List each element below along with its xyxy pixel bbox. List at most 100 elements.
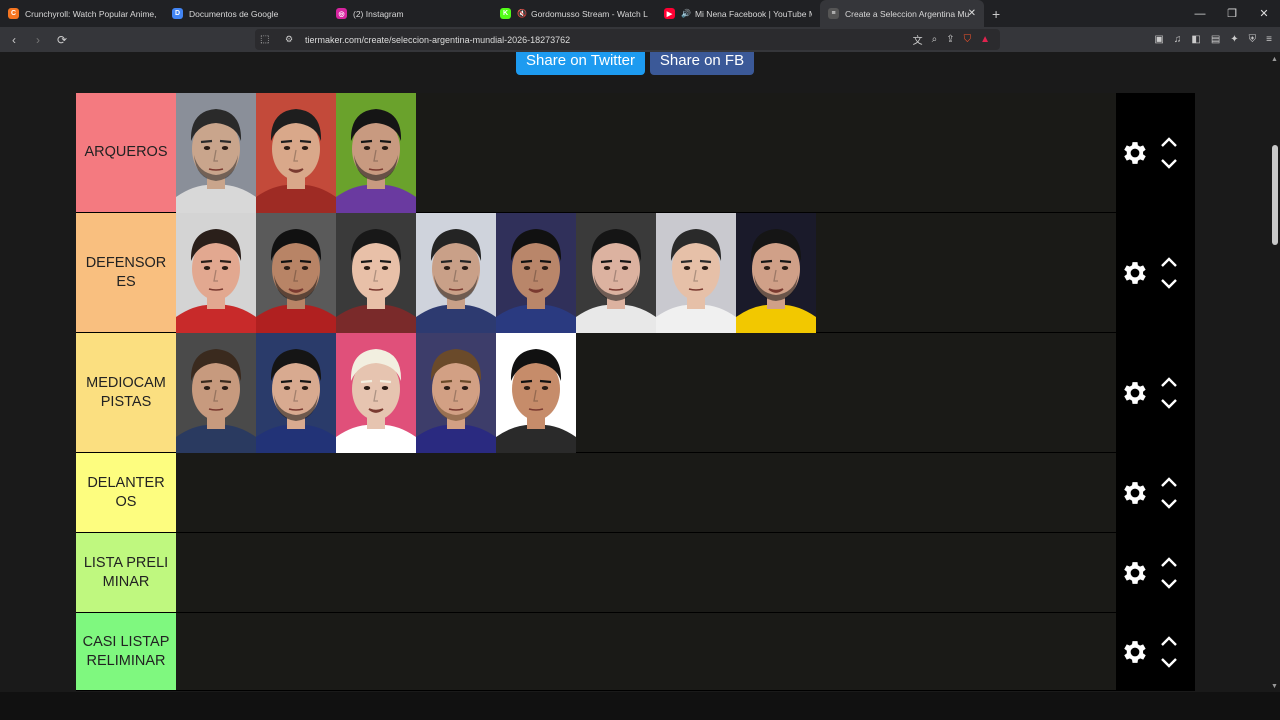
new-tab-icon[interactable]: +: [992, 6, 1000, 22]
tier-dropzone[interactable]: [176, 533, 1116, 612]
tier-label[interactable]: CASI LISTAPRELIMINAR: [76, 613, 176, 690]
scrollbar[interactable]: ▲ ▼: [1270, 52, 1280, 692]
share-facebook-button[interactable]: Share on FB: [650, 52, 754, 75]
player-card[interactable]: [256, 93, 336, 213]
player-card[interactable]: [256, 213, 336, 333]
move-up-icon[interactable]: [1160, 635, 1178, 647]
move-down-icon[interactable]: [1160, 657, 1178, 669]
player-card[interactable]: [416, 333, 496, 453]
scroll-down-icon[interactable]: ▼: [1271, 683, 1278, 690]
player-card[interactable]: [576, 213, 656, 333]
player-card[interactable]: [336, 333, 416, 453]
tier-label[interactable]: DEFENSORES: [76, 213, 176, 332]
back-icon[interactable]: ‹: [4, 30, 24, 50]
browser-tab[interactable]: D Documentos de Google: [164, 0, 328, 27]
move-down-icon[interactable]: [1160, 398, 1178, 410]
restore-icon[interactable]: ❐: [1216, 0, 1248, 27]
tier-label[interactable]: ARQUEROS: [76, 93, 176, 212]
translate-icon[interactable]: 文: [913, 32, 923, 47]
player-card[interactable]: [176, 213, 256, 333]
audio-icon[interactable]: 🔊: [681, 9, 691, 18]
share-icon[interactable]: ⇪: [946, 34, 954, 45]
tier-dropzone[interactable]: [176, 333, 1116, 453]
tab-label: Gordomusso Stream - Watch Live: [530, 8, 648, 19]
tab-label: Create a Seleccion Argentina Mu: [845, 8, 970, 19]
tab-label: Documentos de Google: [189, 8, 279, 19]
media-icon[interactable]: ♫: [1174, 34, 1182, 45]
move-down-icon[interactable]: [1160, 498, 1178, 510]
player-card[interactable]: [336, 213, 416, 333]
close-tab-icon[interactable]: ✕: [968, 8, 976, 19]
reload-icon[interactable]: ⟳: [52, 30, 72, 50]
move-up-icon[interactable]: [1160, 556, 1178, 568]
tier-dropzone[interactable]: [176, 213, 1116, 333]
reader-icon[interactable]: ▣: [1154, 34, 1163, 45]
leo-icon[interactable]: ✦: [1230, 34, 1238, 45]
gear-icon[interactable]: [1120, 478, 1150, 508]
tier-row: MEDIOCAMPISTAS: [76, 333, 1195, 453]
move-up-icon[interactable]: [1160, 256, 1178, 268]
forward-icon[interactable]: ›: [28, 30, 48, 50]
taskbar-strip: [0, 692, 1280, 720]
player-card[interactable]: [176, 333, 256, 453]
player-card[interactable]: [496, 213, 576, 333]
browser-tab[interactable]: ▶ 🔊 Mi Nena Facebook | YouTube Mu: [656, 0, 820, 27]
move-down-icon[interactable]: [1160, 158, 1178, 170]
player-card[interactable]: [416, 213, 496, 333]
browser-tab[interactable]: ◎ (2) Instagram: [328, 0, 492, 27]
move-down-icon[interactable]: [1160, 278, 1178, 290]
close-window-icon[interactable]: ✕: [1248, 0, 1280, 27]
tier-label[interactable]: DELANTEROS: [76, 453, 176, 532]
site-info-icon[interactable]: ⚙: [285, 34, 293, 45]
scroll-up-icon[interactable]: ▲: [1271, 56, 1278, 63]
url-bar[interactable]: ⬚ ⚙ tiermaker.com/create/seleccion-argen…: [255, 29, 1000, 50]
browser-tab[interactable]: K 🔇 Gordomusso Stream - Watch Live: [492, 0, 656, 27]
minimize-icon[interactable]: —: [1184, 0, 1216, 27]
menu-icon[interactable]: ≡: [1266, 34, 1272, 45]
player-card[interactable]: [656, 213, 736, 333]
tier-controls: [1116, 613, 1195, 690]
muted-icon[interactable]: 🔇: [517, 9, 527, 18]
player-card[interactable]: [176, 93, 256, 213]
address-toolbar: ‹ › ⟳ ⬚ ⚙ tiermaker.com/create/seleccion…: [0, 27, 1280, 52]
tier-label[interactable]: LISTA PRELIMINAR: [76, 533, 176, 612]
tab-label: Crunchyroll: Watch Popular Anime, P: [25, 8, 156, 19]
tier-dropzone[interactable]: [176, 613, 1116, 690]
favicon-icon: D: [172, 8, 183, 19]
player-card[interactable]: [256, 333, 336, 453]
gear-icon[interactable]: [1120, 258, 1150, 288]
tab-label: Mi Nena Facebook | YouTube Mu: [694, 8, 812, 19]
player-card[interactable]: [736, 213, 816, 333]
tier-controls: [1116, 333, 1195, 452]
tier-dropzone[interactable]: [176, 93, 1116, 213]
move-down-icon[interactable]: [1160, 578, 1178, 590]
rewards-icon[interactable]: ▲: [980, 34, 990, 45]
tab-strip: C Crunchyroll: Watch Popular Anime, P D Doc…: [0, 0, 1280, 27]
browser-tab[interactable]: C Crunchyroll: Watch Popular Anime, P: [0, 0, 164, 27]
scrollbar-thumb[interactable]: [1272, 145, 1278, 245]
bookmark-icon[interactable]: ⬚: [260, 34, 269, 45]
browser-tab[interactable]: ≡ Create a Seleccion Argentina Mu ✕: [820, 0, 984, 27]
gear-icon[interactable]: [1120, 378, 1150, 408]
tier-controls: [1116, 453, 1195, 532]
player-card[interactable]: [496, 333, 576, 453]
brave-shield-icon[interactable]: ⛉: [964, 34, 972, 45]
gear-icon[interactable]: [1120, 637, 1150, 667]
move-up-icon[interactable]: [1160, 376, 1178, 388]
tier-controls: [1116, 93, 1195, 212]
url-text[interactable]: tiermaker.com/create/seleccion-argentina…: [305, 35, 570, 45]
share-twitter-button[interactable]: Share on Twitter: [516, 52, 645, 75]
tier-label[interactable]: MEDIOCAMPISTAS: [76, 333, 176, 452]
wallet-icon[interactable]: ▤: [1211, 34, 1220, 45]
vpn-icon[interactable]: ⛨: [1249, 34, 1257, 45]
move-up-icon[interactable]: [1160, 136, 1178, 148]
tier-list: ARQUEROS DEFENSORES MEDIOCAMPISTAS DELANTER…: [76, 93, 1195, 691]
gear-icon[interactable]: [1120, 558, 1150, 588]
player-card[interactable]: [336, 93, 416, 213]
sidebar-icon[interactable]: ◧: [1191, 34, 1200, 45]
gear-icon[interactable]: [1120, 138, 1150, 168]
tier-row: DELANTEROS: [76, 453, 1195, 533]
zoom-icon[interactable]: ⌕: [932, 34, 938, 45]
tier-dropzone[interactable]: [176, 453, 1116, 532]
move-up-icon[interactable]: [1160, 476, 1178, 488]
